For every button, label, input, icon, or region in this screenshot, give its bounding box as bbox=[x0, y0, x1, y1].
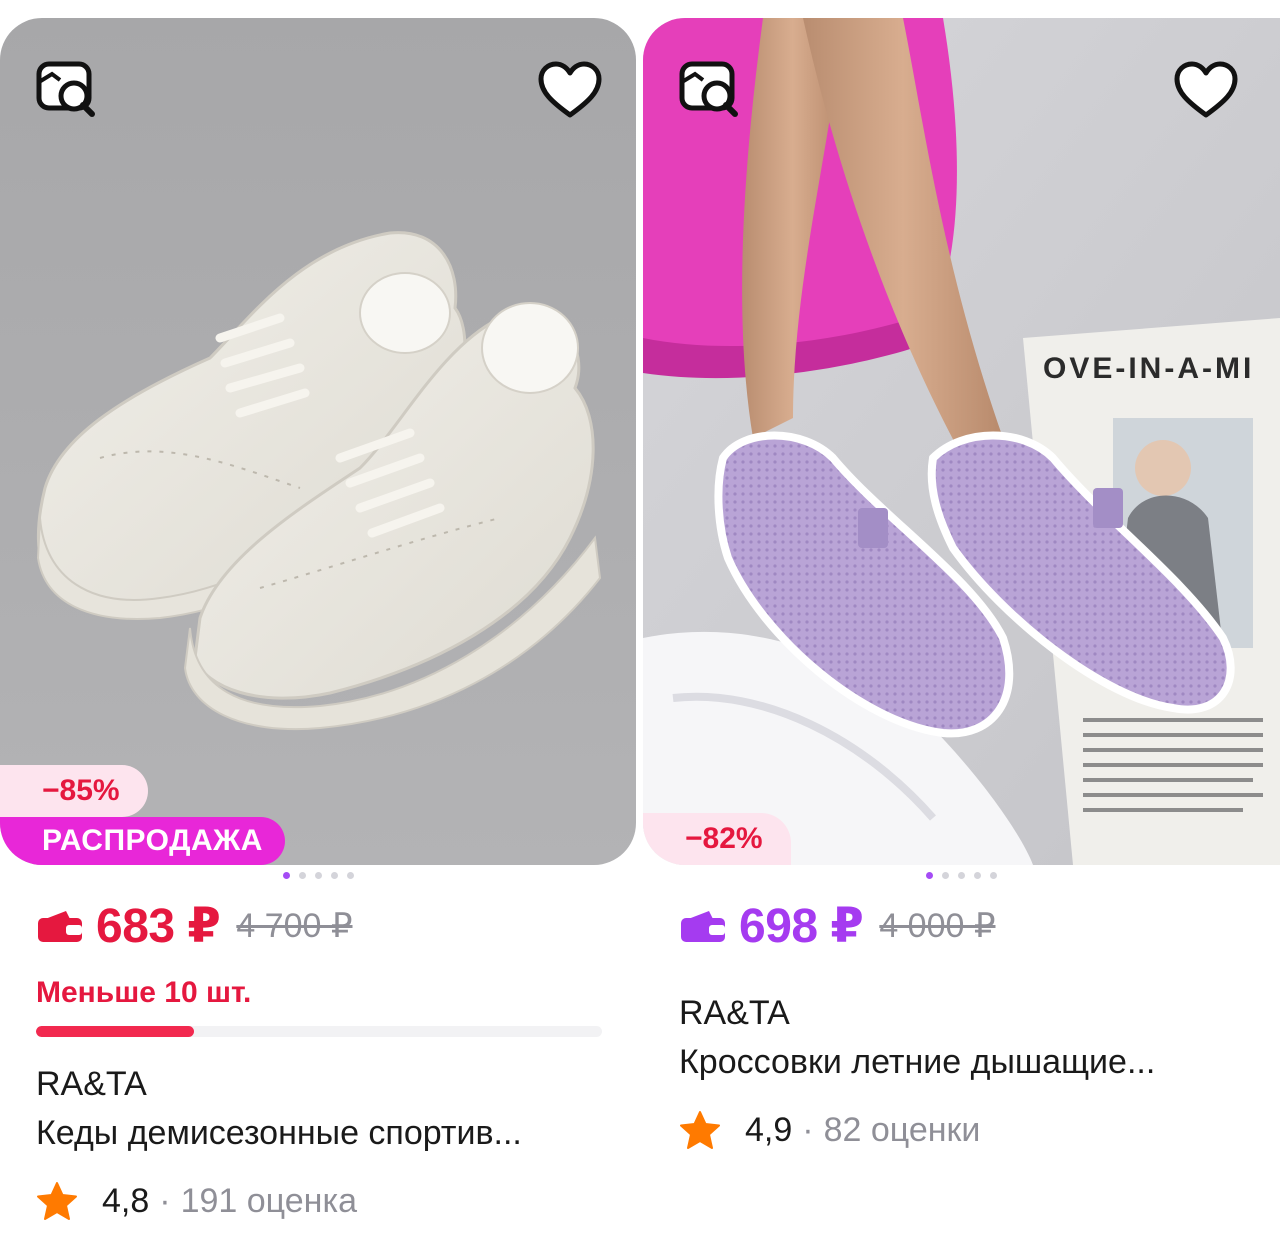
rating-row[interactable]: 4,9 · 82 оценки bbox=[679, 1110, 1260, 1150]
carousel-dot bbox=[330, 872, 338, 879]
stock-warning: Меньше 10 шт. bbox=[36, 976, 252, 1009]
rating-row[interactable]: 4,8 · 191 оценка bbox=[36, 1181, 616, 1221]
image-search-icon bbox=[679, 61, 738, 117]
current-price: 698 ₽ bbox=[739, 900, 864, 953]
separator: · bbox=[802, 1110, 814, 1149]
carousel-dot bbox=[346, 872, 354, 879]
wallet-icon bbox=[38, 911, 82, 942]
discount-badge: −85% bbox=[0, 765, 148, 817]
image-search-button[interactable] bbox=[30, 54, 102, 126]
heart-icon bbox=[538, 61, 602, 118]
current-price: 683 ₽ bbox=[96, 900, 221, 953]
product-info: 698 ₽ 4 000 ₽ RA&TA Кроссовки летние дыш… bbox=[679, 898, 1260, 1150]
image-search-icon bbox=[36, 61, 95, 117]
carousel-dot bbox=[314, 872, 322, 879]
carousel-dot bbox=[942, 872, 949, 879]
price-row: 683 ₽ 4 700 ₽ bbox=[36, 898, 616, 954]
star-icon bbox=[37, 1182, 77, 1220]
product-info: 683 ₽ 4 700 ₽ Меньше 10 шт. RA&TA Кеды д… bbox=[36, 898, 616, 1221]
carousel-dot bbox=[958, 872, 965, 879]
review-count: 191 оценка bbox=[180, 1181, 357, 1220]
old-price: 4 700 ₽ bbox=[236, 907, 353, 945]
sneaker-photo bbox=[0, 18, 636, 865]
carousel-dot bbox=[974, 872, 981, 879]
badge-group: −82% bbox=[643, 813, 791, 865]
product-title[interactable]: Кеды демисезонные спортив... bbox=[36, 1114, 616, 1153]
brand-name[interactable]: RA&TA bbox=[679, 994, 1260, 1033]
discount-badge: −82% bbox=[643, 813, 791, 865]
wallet-icon bbox=[681, 911, 725, 942]
review-count: 82 оценки bbox=[823, 1110, 981, 1149]
product-photo[interactable]: OVE-IN-A-MI −82% bbox=[643, 18, 1280, 865]
carousel-dot bbox=[926, 872, 933, 879]
image-search-button[interactable] bbox=[673, 54, 745, 126]
old-price: 4 000 ₽ bbox=[879, 907, 996, 945]
stock-bar-fill bbox=[36, 1026, 195, 1037]
product-photo[interactable]: −85% РАСПРОДАЖА bbox=[0, 18, 636, 865]
carousel-dot bbox=[298, 872, 306, 879]
favorite-button[interactable] bbox=[534, 54, 606, 126]
carousel-dots bbox=[0, 872, 636, 879]
carousel-dot bbox=[990, 872, 997, 879]
sneaker-photo: OVE-IN-A-MI bbox=[643, 18, 1280, 865]
separator: · bbox=[159, 1181, 171, 1220]
carousel-dots bbox=[643, 872, 1280, 879]
price-row: 698 ₽ 4 000 ₽ bbox=[679, 898, 1260, 954]
carousel-dot bbox=[282, 872, 290, 879]
magazine-text: OVE-IN-A-MI bbox=[1043, 352, 1254, 385]
heart-icon bbox=[1174, 61, 1238, 118]
product-card[interactable]: −85% РАСПРОДАЖА 683 ₽ 4 700 ₽ Меньше 10 … bbox=[0, 18, 636, 1247]
rating-value: 4,8 bbox=[102, 1181, 150, 1220]
rating-value: 4,9 bbox=[745, 1110, 793, 1149]
product-title[interactable]: Кроссовки летние дышащие... bbox=[679, 1043, 1260, 1082]
favorite-button[interactable] bbox=[1170, 54, 1242, 126]
badge-group: −85% РАСПРОДАЖА bbox=[0, 765, 285, 865]
brand-name[interactable]: RA&TA bbox=[36, 1065, 616, 1104]
star-icon bbox=[680, 1111, 720, 1149]
sale-badge: РАСПРОДАЖА bbox=[0, 817, 285, 865]
product-grid: −85% РАСПРОДАЖА 683 ₽ 4 700 ₽ Меньше 10 … bbox=[0, 0, 1280, 1247]
product-card[interactable]: OVE-IN-A-MI −82% 698 ₽ 4 000 ₽ RA&TA Кро… bbox=[643, 18, 1280, 1247]
stock-bar bbox=[36, 1026, 602, 1037]
